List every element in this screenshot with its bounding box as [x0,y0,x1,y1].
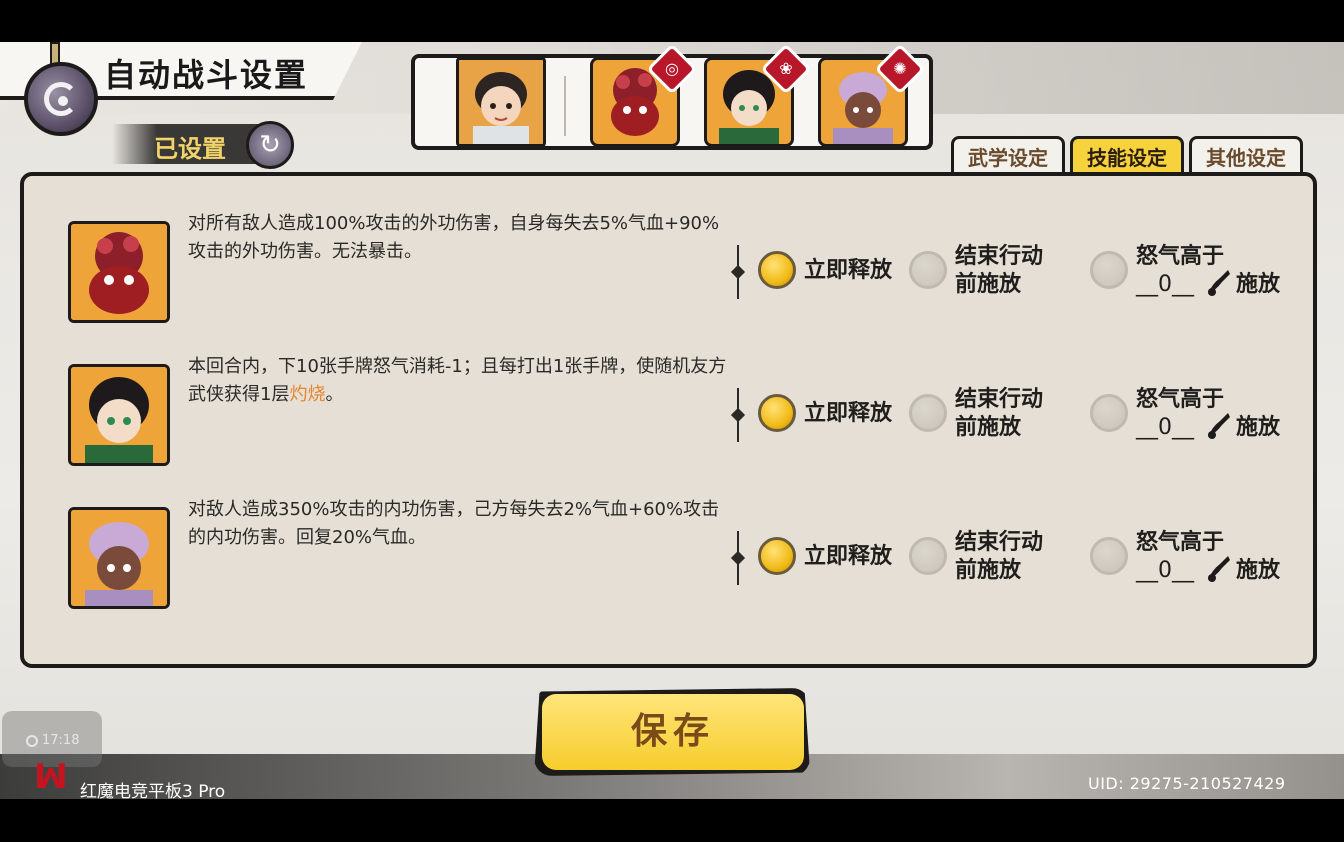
team-divider [564,76,566,136]
skill-1-rage-label: 怒气高于 [1136,244,1225,269]
skill-2-end-turn-label: 结束行动 前施放 [955,387,1044,440]
skill-2-portrait [68,364,170,466]
redmagic-logo-icon: ꟽ [34,757,68,797]
clock-time: 17:18 [42,733,80,748]
skill-2-end-turn-radio[interactable] [909,394,947,432]
skill-3-end-turn-label: 结束行动 前施放 [955,530,1044,583]
skill-3-portrait [68,507,170,609]
page-title: 自动战斗设置 [104,56,309,94]
skill-3-rage-value[interactable]: __0__ [1136,557,1194,585]
skill-2-immediate-label: 立即释放 [804,401,893,426]
device-watermark: 红魔电竞平板3 Pro [80,782,226,802]
save-button[interactable]: 保存 [542,694,804,770]
team-member-2[interactable]: ❀ [704,43,812,147]
skill-2-rage-value[interactable]: __0__ [1136,414,1194,442]
player-uid: UID: 29275-210527429 [1088,774,1286,793]
leader-portrait[interactable] [456,57,546,147]
brush-edit-icon[interactable] [1204,411,1232,441]
skill-1-rage-suffix: 施放 [1236,272,1281,297]
skill-1-immediate-label: 立即释放 [804,258,893,283]
skill-1-rage-radio[interactable] [1090,251,1128,289]
tab-martial-arts[interactable]: 武学设定 [951,136,1065,176]
skill-2-rage-label: 怒气高于 [1136,387,1225,412]
skill-2-description: 本回合内，下10张手牌怒气消耗-1；且每打出1张手牌，使随机友方武侠获得1层灼烧… [188,356,727,405]
team-member-3[interactable]: ✺ [818,43,926,147]
brush-edit-icon[interactable] [1204,268,1232,298]
burn-keyword[interactable]: 灼烧 [289,384,325,405]
skill-3-end-turn-radio[interactable] [909,537,947,575]
status-label: 已设置 [154,135,226,163]
skill-1-description: 对所有敌人造成100%攻击的外功伤害，自身每失去5%气血+90%攻击的外功伤害。… [188,213,720,262]
clock-icon [26,735,38,747]
skill-3-rage-radio[interactable] [1090,537,1128,575]
brush-edit-icon[interactable] [1204,554,1232,584]
swirl-icon[interactable]: ↻ [246,121,294,169]
skill-3-rage-label: 怒气高于 [1136,530,1225,555]
skill-2-rage-radio[interactable] [1090,394,1128,432]
skill-1-immediate-radio[interactable] [758,251,796,289]
tab-skills[interactable]: 技能设定 [1070,136,1184,176]
back-medal-icon[interactable] [24,62,98,136]
skill-2-rage-suffix: 施放 [1236,415,1281,440]
skill-1-end-turn-label: 结束行动 前施放 [955,244,1044,297]
skill-1-end-turn-radio[interactable] [909,251,947,289]
team-member-1[interactable]: ◎ [590,43,698,147]
skill-3-rage-suffix: 施放 [1236,558,1281,583]
skill-1-rage-value[interactable]: __0__ [1136,271,1194,299]
skill-3-immediate-radio[interactable] [758,537,796,575]
tab-other[interactable]: 其他设定 [1189,136,1303,176]
skill-2-immediate-radio[interactable] [758,394,796,432]
skill-1-portrait [68,221,170,323]
skill-3-description: 对敌人造成350%攻击的内功伤害，己方每失去2%气血+60%攻击的内功伤害。回复… [188,499,720,548]
skill-3-immediate-label: 立即释放 [804,544,893,569]
